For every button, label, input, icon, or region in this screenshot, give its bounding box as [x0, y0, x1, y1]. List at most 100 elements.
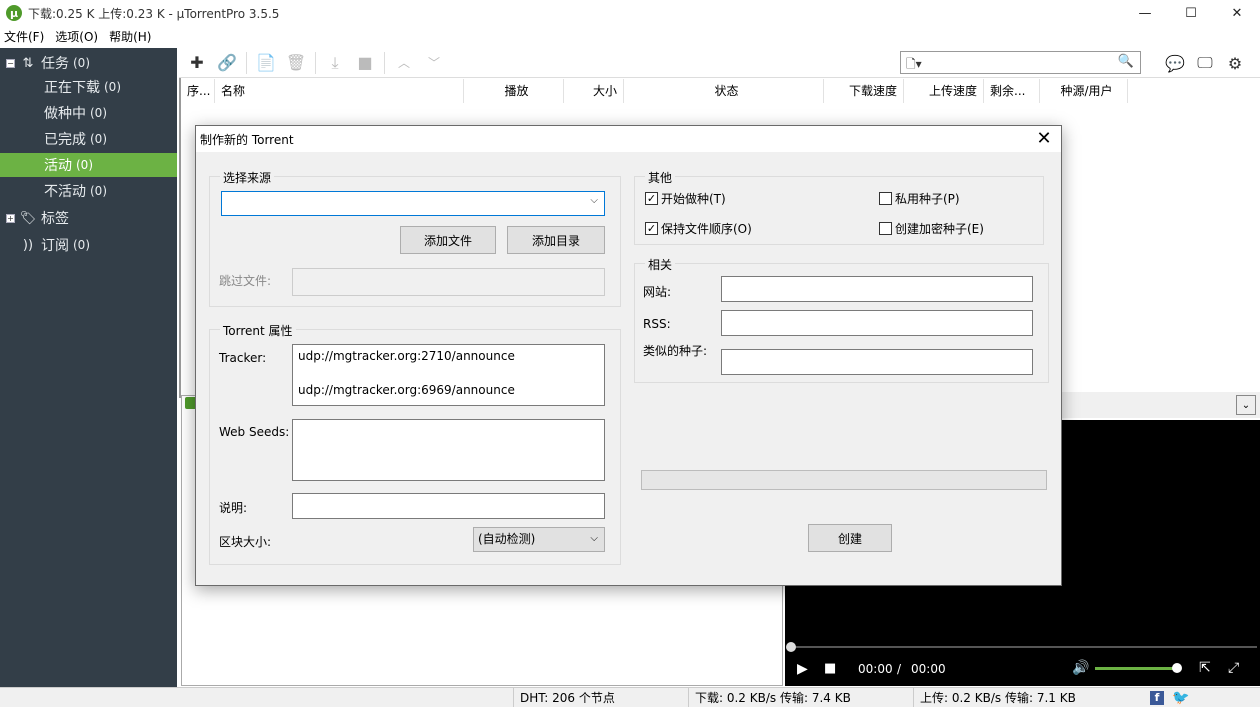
expand-icon[interactable]: +: [6, 213, 15, 223]
toolbar-separator: [315, 51, 316, 74]
upload-status[interactable]: 上传: 0.2 KB/s 传输: 7.1 KB: [913, 688, 1141, 707]
dialog-close-icon[interactable]: ✕: [1033, 128, 1055, 150]
start-seeding-checkbox[interactable]: ✓ 开始做种(T): [645, 190, 726, 207]
sidebar-item-count: (0): [90, 132, 107, 146]
column-size[interactable]: 大小: [564, 79, 624, 103]
chevron-down-icon[interactable]: ⌵: [590, 195, 598, 206]
chevron-down-icon[interactable]: ⌄: [1236, 395, 1256, 415]
tracker-line: udp://mgtracker.org:2710/announce: [298, 349, 515, 363]
source-path-combo[interactable]: ⌵: [221, 191, 605, 216]
fullscreen-icon[interactable]: ⤢: [1228, 660, 1239, 676]
minimize-button[interactable]: —: [1122, 0, 1168, 26]
collapse-icon[interactable]: −: [6, 58, 15, 68]
properties-group-label: Torrent 属性: [220, 322, 296, 339]
search-input[interactable]: 🗋▾ 🔍: [900, 51, 1141, 74]
website-field[interactable]: [721, 276, 1033, 302]
facebook-icon[interactable]: f: [1150, 691, 1164, 705]
column-status[interactable]: 状态: [624, 79, 824, 103]
chat-icon[interactable]: 💬: [1160, 48, 1190, 78]
column-number[interactable]: 序...: [181, 79, 215, 103]
search-provider-icon[interactable]: 🗋▾: [906, 55, 922, 76]
sidebar-item-count: (0): [73, 56, 90, 70]
menu-file[interactable]: 文件(F): [0, 27, 51, 47]
other-group-label: 其他: [645, 169, 676, 186]
close-window-button[interactable]: ✕: [1214, 0, 1260, 26]
volume-handle[interactable]: [1172, 663, 1182, 673]
checkbox-checked-icon[interactable]: ✓: [645, 222, 658, 235]
column-upload-speed[interactable]: 上传速度: [904, 79, 984, 103]
private-torrent-checkbox[interactable]: 私用种子(P): [879, 190, 960, 207]
seek-bar[interactable]: [789, 646, 1257, 648]
sidebar-item-label: 已完成: [44, 132, 86, 148]
comment-field[interactable]: [292, 493, 605, 519]
sidebar-item-seeding[interactable]: 做种中 (0): [0, 101, 177, 125]
create-button[interactable]: 创建: [808, 524, 892, 552]
checkbox-unchecked-icon[interactable]: [879, 192, 892, 205]
preserve-order-checkbox[interactable]: ✓ 保持文件顺序(O): [645, 220, 752, 237]
stop-icon[interactable]: ■: [350, 48, 380, 78]
player-header: ⌄: [1060, 392, 1260, 418]
column-eta[interactable]: 剩余...: [984, 79, 1040, 103]
webseeds-textarea[interactable]: [292, 419, 605, 481]
sidebar-item-feeds[interactable]: )) 订阅 (0): [0, 233, 177, 257]
sidebar-item-label: 任务: [41, 56, 69, 72]
column-name[interactable]: 名称: [215, 79, 464, 103]
add-directory-button[interactable]: 添加目录: [507, 226, 605, 254]
piece-size-select[interactable]: (自动检测) ⌵: [473, 527, 605, 552]
popout-icon[interactable]: ⇱: [1199, 660, 1211, 676]
chevron-down-icon[interactable]: ⌵: [590, 528, 598, 550]
sidebar-item-active[interactable]: 活动 (0): [0, 153, 177, 177]
create-torrent-icon[interactable]: 📄: [251, 48, 281, 78]
add-torrent-icon[interactable]: ✚: [182, 48, 212, 78]
settings-gear-icon[interactable]: ⚙: [1220, 48, 1250, 78]
sidebar-item-count: (0): [73, 238, 90, 252]
menu-help[interactable]: 帮助(H): [105, 27, 158, 47]
dht-status[interactable]: DHT: 206 个节点: [513, 688, 685, 707]
volume-slider[interactable]: [1095, 667, 1175, 670]
current-time: 00:00: [858, 662, 893, 676]
sidebar-item-label: 做种中: [44, 106, 86, 122]
add-url-link-icon[interactable]: 🔗: [212, 48, 242, 78]
download-status[interactable]: 下载: 0.2 KB/s 传输: 7.4 KB: [688, 688, 910, 707]
move-down-icon[interactable]: ﹀: [419, 48, 449, 78]
encrypted-torrent-checkbox[interactable]: 创建加密种子(E): [879, 220, 984, 237]
piece-size-value: (自动检测): [478, 532, 536, 546]
remove-trash-icon[interactable]: 🗑: [281, 48, 311, 78]
twitter-icon[interactable]: 🐦: [1172, 690, 1189, 706]
stop-playback-icon[interactable]: ■: [824, 661, 836, 676]
utorrent-logo-icon: µ: [6, 5, 22, 21]
checkbox-checked-icon[interactable]: ✓: [645, 192, 658, 205]
similar-torrents-field[interactable]: [721, 349, 1033, 375]
volume-icon[interactable]: 🔊: [1072, 660, 1089, 676]
rss-label: RSS:: [643, 317, 671, 331]
comment-label: 说明:: [219, 501, 248, 515]
move-up-icon[interactable]: ︿: [389, 48, 419, 78]
checkbox-unchecked-icon[interactable]: [879, 222, 892, 235]
column-download-speed[interactable]: 下载速度: [824, 79, 904, 103]
sidebar-item-completed[interactable]: 已完成 (0): [0, 127, 177, 151]
search-icon[interactable]: 🔍: [1118, 54, 1134, 69]
menu-options[interactable]: 选项(O): [51, 27, 105, 47]
tracker-textarea[interactable]: udp://mgtracker.org:2710/announce udp://…: [292, 344, 605, 406]
sidebar-item-labels[interactable]: + 🏷 标签: [0, 206, 177, 230]
window-title: 下载:0.25 K 上传:0.23 K - µTorrentPro 3.5.5: [28, 6, 280, 21]
play-icon[interactable]: ▶: [797, 661, 808, 677]
column-play[interactable]: 播放: [464, 79, 564, 103]
column-seeds-peers[interactable]: 种源/用户: [1040, 79, 1128, 103]
sidebar-item-inactive[interactable]: 不活动 (0): [0, 179, 177, 203]
transfer-arrows-icon: ⇅: [22, 55, 34, 71]
skip-files-label: 跳过文件:: [219, 274, 272, 288]
title-bar: µ 下载:0.25 K 上传:0.23 K - µTorrentPro 3.5.…: [0, 0, 1260, 26]
remote-monitor-icon[interactable]: 🖵: [1190, 48, 1220, 78]
sidebar-item-count: (0): [90, 184, 107, 198]
add-file-button[interactable]: 添加文件: [400, 226, 496, 254]
menu-bar: 文件(F) 选项(O) 帮助(H): [0, 27, 158, 47]
seek-handle[interactable]: [786, 642, 796, 652]
start-download-icon[interactable]: ⤓: [320, 48, 350, 78]
sidebar-item-count: (0): [76, 158, 93, 172]
sidebar-item-label: 正在下载: [44, 80, 100, 96]
rss-field[interactable]: [721, 310, 1033, 336]
maximize-button[interactable]: ☐: [1168, 0, 1214, 26]
sidebar-item-downloading[interactable]: 正在下载 (0): [0, 75, 177, 99]
sidebar-item-torrents[interactable]: − ⇅ 任务 (0): [0, 51, 177, 75]
